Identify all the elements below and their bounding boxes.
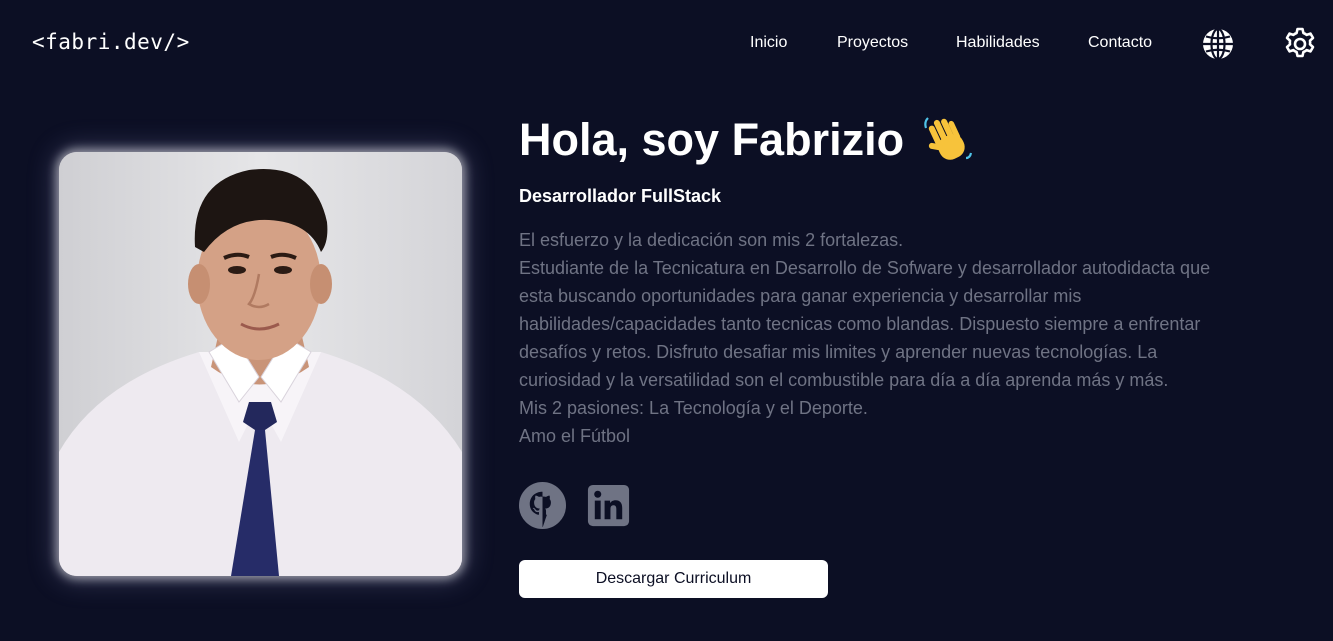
bio-line: Amo el Fútbol — [519, 426, 631, 446]
page: <fabri.dev/> Inicio Proyectos Habilidade… — [0, 0, 1333, 641]
profile-photo — [59, 152, 462, 576]
bio-line: Estudiante de la Tecnicatura en Desarrol… — [519, 258, 1211, 278]
download-cv-button[interactable]: Descargar Curriculum — [519, 560, 828, 598]
gear-icon[interactable] — [1282, 26, 1318, 62]
bio-line: esta buscando oportunidades para ganar e… — [519, 286, 1082, 306]
bio-line: El esfuerzo y la dedicación son mis 2 fo… — [519, 230, 904, 250]
bio-text: El esfuerzo y la dedicación son mis 2 fo… — [519, 226, 1279, 450]
bio-line: habilidades/capacidades tanto tecnicas c… — [519, 314, 1201, 334]
globe-icon[interactable] — [1200, 26, 1236, 62]
nav-link-habilidades[interactable]: Habilidades — [956, 34, 1040, 52]
main-nav: Inicio Proyectos Habilidades Contacto — [0, 0, 1333, 88]
hero-title: Hola, soy Fabrizio — [519, 114, 974, 166]
github-icon[interactable] — [519, 482, 566, 529]
nav-link-inicio[interactable]: Inicio — [750, 34, 787, 52]
bio-line: Mis 2 pasiones: La Tecnología y el Depor… — [519, 398, 868, 418]
social-links — [519, 482, 632, 529]
linkedin-icon[interactable] — [585, 482, 632, 529]
hero-title-text: Hola, soy Fabrizio — [519, 114, 905, 165]
bio-line: desafíos y retos. Disfruto desafiar mis … — [519, 342, 1158, 362]
role-subtitle: Desarrollador FullStack — [519, 186, 722, 206]
nav-link-proyectos[interactable]: Proyectos — [837, 34, 908, 52]
bio-line: curiosidad y la versatilidad son el comb… — [519, 370, 1169, 390]
waving-hand-icon — [924, 117, 973, 160]
nav-link-contacto[interactable]: Contacto — [1088, 34, 1152, 52]
